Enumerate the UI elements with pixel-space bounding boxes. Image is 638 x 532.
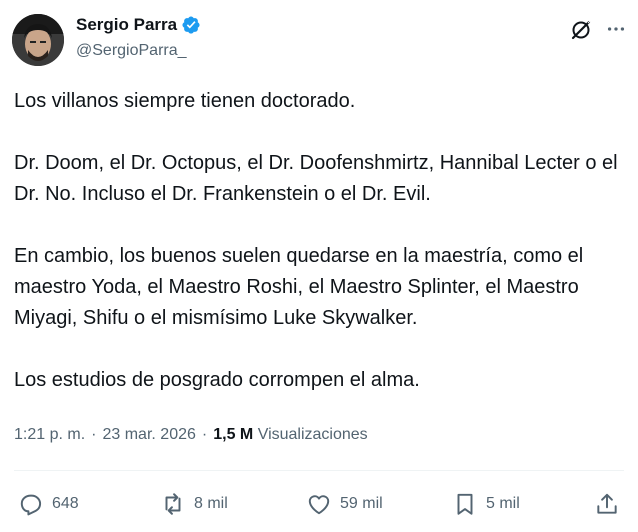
tweet-date[interactable]: 23 mar. 2026 [102,426,195,443]
grok-icon [571,19,592,40]
views-label[interactable]: Visualizaciones [258,426,368,443]
name-row: Sergio Parra [76,15,201,35]
tweet-text: Los villanos siempre tienen doctorado. D… [14,86,630,396]
reply-count: 648 [52,495,79,512]
bookmark-icon [457,493,473,515]
repost-icon [165,493,181,515]
share-button[interactable] [594,486,620,522]
tweet: Sergio Parra @SergioParra_ Los villanos … [0,0,638,532]
meta-separator: · [91,426,97,443]
avatar[interactable] [12,14,64,66]
reply-button[interactable]: 648 [18,486,79,522]
grok-button[interactable] [566,15,596,45]
handle[interactable]: @SergioParra_ [76,42,187,60]
tweet-time[interactable]: 1:21 p. m. [14,426,85,443]
tweet-paragraph: Los villanos siempre tienen doctorado. [14,90,356,112]
repost-button[interactable]: 8 mil [160,486,228,522]
reply-icon [20,494,42,516]
like-count: 59 mil [340,495,383,512]
bookmark-count: 5 mil [486,495,520,512]
like-button[interactable]: 59 mil [306,486,383,522]
views-count[interactable]: 1,5 M [213,426,253,443]
more-horizontal-icon [607,27,625,31]
meta-separator: · [201,426,208,443]
action-bar: 648 8 mil 59 mil 5 mil [14,486,628,522]
heart-icon [308,495,330,515]
tweet-paragraph: Dr. Doom, el Dr. Octopus, el Dr. Doofens… [14,152,618,205]
tweet-paragraph: En cambio, los buenos suelen quedarse en… [14,245,584,329]
more-button[interactable] [602,15,630,43]
avatar-image [12,14,64,66]
repost-count: 8 mil [194,495,228,512]
divider [14,470,624,471]
share-icon [597,493,617,514]
verified-badge-icon [181,15,201,35]
tweet-paragraph: Los estudios de posgrado corrompen el al… [14,369,420,391]
tweet-meta: 1:21 p. m. · 23 mar. 2026 · 1,5 M Visualizac… [14,426,368,444]
bookmark-button[interactable]: 5 mil [452,486,520,522]
display-name[interactable]: Sergio Parra [76,15,177,35]
